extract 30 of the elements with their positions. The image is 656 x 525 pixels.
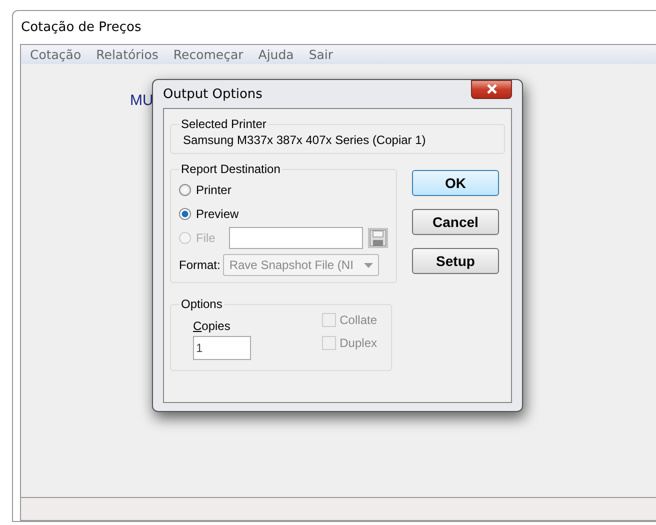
copies-label: Copies — [193, 319, 232, 333]
group-legend: Selected Printer — [179, 117, 268, 131]
group-legend: Report Destination — [179, 162, 282, 176]
menu-item[interactable]: Relatórios — [96, 47, 158, 62]
copies-field[interactable]: 1 — [193, 336, 251, 360]
window-title: Cotação de Preços — [21, 20, 142, 35]
menu-item[interactable]: Recomeçar — [173, 47, 244, 62]
dialog-button[interactable]: OK — [412, 170, 499, 196]
heading-label: MU — [130, 92, 154, 109]
close-button[interactable] — [471, 80, 512, 98]
file-path-field[interactable] — [229, 227, 364, 249]
radio-button[interactable] — [179, 208, 191, 220]
printer-name: Samsung M337x 387x 407x Series (Copiar 1) — [182, 133, 427, 147]
menu-item[interactable]: Sair — [308, 47, 334, 62]
dialog-button[interactable]: Cancel — [412, 209, 499, 235]
menu-item[interactable]: Ajuda — [258, 47, 294, 62]
close-icon — [486, 84, 498, 94]
caret-icon — [364, 262, 374, 268]
radio-label: File — [196, 231, 216, 245]
format-label: Format: — [179, 258, 220, 272]
radio-label: Preview — [196, 207, 239, 221]
dialog-button[interactable]: Setup — [412, 248, 499, 274]
menu-item[interactable]: Cotação — [30, 47, 82, 62]
radio-label: Printer — [196, 183, 232, 197]
floppy-disk-icon[interactable] — [368, 228, 388, 248]
checkbox-label: Duplex — [340, 336, 377, 350]
group-legend: Options — [179, 297, 224, 311]
radio-button[interactable] — [179, 184, 191, 196]
dialog-title: Output Options — [163, 86, 262, 102]
checkbox-label: Collate — [340, 313, 377, 327]
